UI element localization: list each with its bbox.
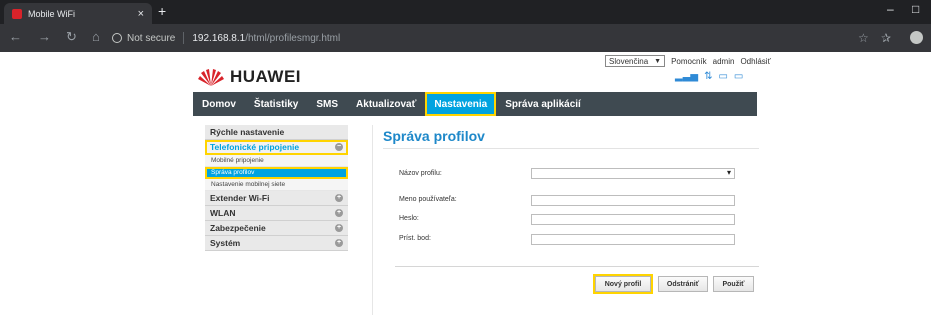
form-divider <box>395 266 759 267</box>
forward-icon[interactable]: → <box>38 30 51 44</box>
help-link[interactable]: Pomocník <box>671 57 707 66</box>
chevron-down-icon: ▾ <box>726 168 731 177</box>
status-icons: ▂▃▅ ⇅ ▭ ▭ <box>675 71 743 82</box>
sidebar-item-label: Telefonické pripojenie <box>210 142 300 152</box>
content-divider <box>372 125 373 315</box>
browser-toolbar: ← → ↻ ⌂ Not secure 192.168.8.1 /html/pro… <box>0 24 931 52</box>
tab-close-icon[interactable]: × <box>138 8 144 20</box>
sidebar-item-security[interactable]: Zabezpečenie + <box>205 221 348 236</box>
language-select[interactable]: Slovenčina ▼ <box>605 55 666 67</box>
settings-sidebar: Rýchle nastavenie Telefonické pripojenie… <box>205 125 348 251</box>
expand-icon: + <box>335 239 343 247</box>
profile-name-select[interactable]: ▾ <box>531 168 735 179</box>
delete-button[interactable]: Odstrániť <box>658 276 708 292</box>
separator <box>183 32 185 44</box>
title-divider <box>383 148 759 149</box>
wifi-clients-icon: ▭ <box>718 71 728 82</box>
maximize-icon[interactable]: □ <box>912 2 919 16</box>
header-links: Slovenčina ▼ Pomocník admin Odhlásiť <box>605 55 777 67</box>
sidebar-item-dialup[interactable]: Telefonické pripojenie − <box>205 140 348 155</box>
chevron-down-icon: ▼ <box>654 57 662 65</box>
expand-icon: + <box>335 224 343 232</box>
sidebar-item-label: Rýchle nastavenie <box>210 127 285 137</box>
new-tab-icon[interactable]: + <box>158 3 166 19</box>
favorites-icon[interactable]: ✰ <box>881 31 891 45</box>
collapse-icon: − <box>335 143 343 151</box>
password-field[interactable] <box>531 214 735 225</box>
reload-icon[interactable]: ↻ <box>66 30 77 44</box>
sidebar-item-label: Systém <box>210 238 241 248</box>
sidebar-item-label: WLAN <box>210 208 236 218</box>
browser-tab[interactable]: Mobile WiFi × <box>4 3 152 24</box>
url-path: /html/profilesmgr.html <box>245 32 341 44</box>
back-icon[interactable]: ← <box>9 30 22 44</box>
menu-home[interactable]: Domov <box>193 92 245 116</box>
sidebar-subitem-mobile-connection[interactable]: Mobilné pripojenie <box>205 155 348 167</box>
apply-button[interactable]: Použiť <box>713 276 754 292</box>
bookmark-star-icon[interactable]: ☆ <box>858 31 869 45</box>
huawei-favicon-icon <box>12 8 22 19</box>
tab-title: Mobile WiFi <box>28 8 76 19</box>
menu-settings[interactable]: Nastavenia <box>425 92 497 116</box>
menu-app-management[interactable]: Správa aplikácií <box>496 92 590 116</box>
apn-label: Príst. bod: <box>399 235 431 242</box>
profile-avatar[interactable] <box>910 31 923 44</box>
url-host: 192.168.8.1 <box>192 32 246 44</box>
battery-icon: ▭ <box>733 71 744 82</box>
home-icon[interactable]: ⌂ <box>92 30 100 44</box>
new-profile-button[interactable]: Nový profil <box>593 274 653 294</box>
sidebar-item-wifi-extender[interactable]: Extender Wi-Fi + <box>205 191 348 206</box>
page-title: Správa profilov <box>383 128 485 144</box>
huawei-logo: HUAWEI <box>197 67 301 87</box>
menu-sms[interactable]: SMS <box>307 92 347 116</box>
password-label: Heslo: <box>399 215 419 222</box>
user-name: admin <box>712 56 735 66</box>
menu-statistics[interactable]: Štatistiky <box>245 92 307 116</box>
username-label: Meno používateľa: <box>399 196 457 203</box>
sidebar-item-quick-setup[interactable]: Rýchle nastavenie <box>205 125 348 140</box>
sidebar-item-system[interactable]: Systém + <box>205 236 348 251</box>
data-transfer-icon: ⇅ <box>704 71 713 82</box>
language-value: Slovenčina <box>609 56 649 66</box>
sidebar-item-label: Extender Wi-Fi <box>210 193 270 203</box>
minimize-icon[interactable]: – <box>887 2 894 16</box>
browser-titlebar: Mobile WiFi × + – □ <box>0 0 931 24</box>
logout-link[interactable]: Odhlásiť <box>740 57 770 66</box>
sidebar-item-label: Zabezpečenie <box>210 223 266 233</box>
menu-update[interactable]: Aktualizovať <box>347 92 425 116</box>
logo-text: HUAWEI <box>230 67 301 86</box>
sidebar-subitem-mobile-network-settings[interactable]: Nastavenie mobilnej siete <box>205 179 348 191</box>
apn-field[interactable] <box>531 234 735 245</box>
username-field[interactable] <box>531 195 735 206</box>
not-secure-label: Not secure <box>127 32 176 44</box>
signal-strength-icon: ▂▃▅ <box>675 71 699 82</box>
huawei-flower-icon <box>198 69 224 86</box>
sidebar-subitem-profile-management[interactable]: Správa profilov <box>205 167 348 179</box>
main-menu: Domov Štatistiky SMS Aktualizovať Nastav… <box>193 92 757 116</box>
expand-icon: + <box>335 209 343 217</box>
info-icon[interactable] <box>112 33 122 43</box>
profile-name-label: Názov profilu: <box>399 170 442 177</box>
sidebar-item-wlan[interactable]: WLAN + <box>205 206 348 221</box>
expand-icon: + <box>335 194 343 202</box>
address-bar[interactable]: Not secure 192.168.8.1 /html/profilesmgr… <box>112 28 872 48</box>
